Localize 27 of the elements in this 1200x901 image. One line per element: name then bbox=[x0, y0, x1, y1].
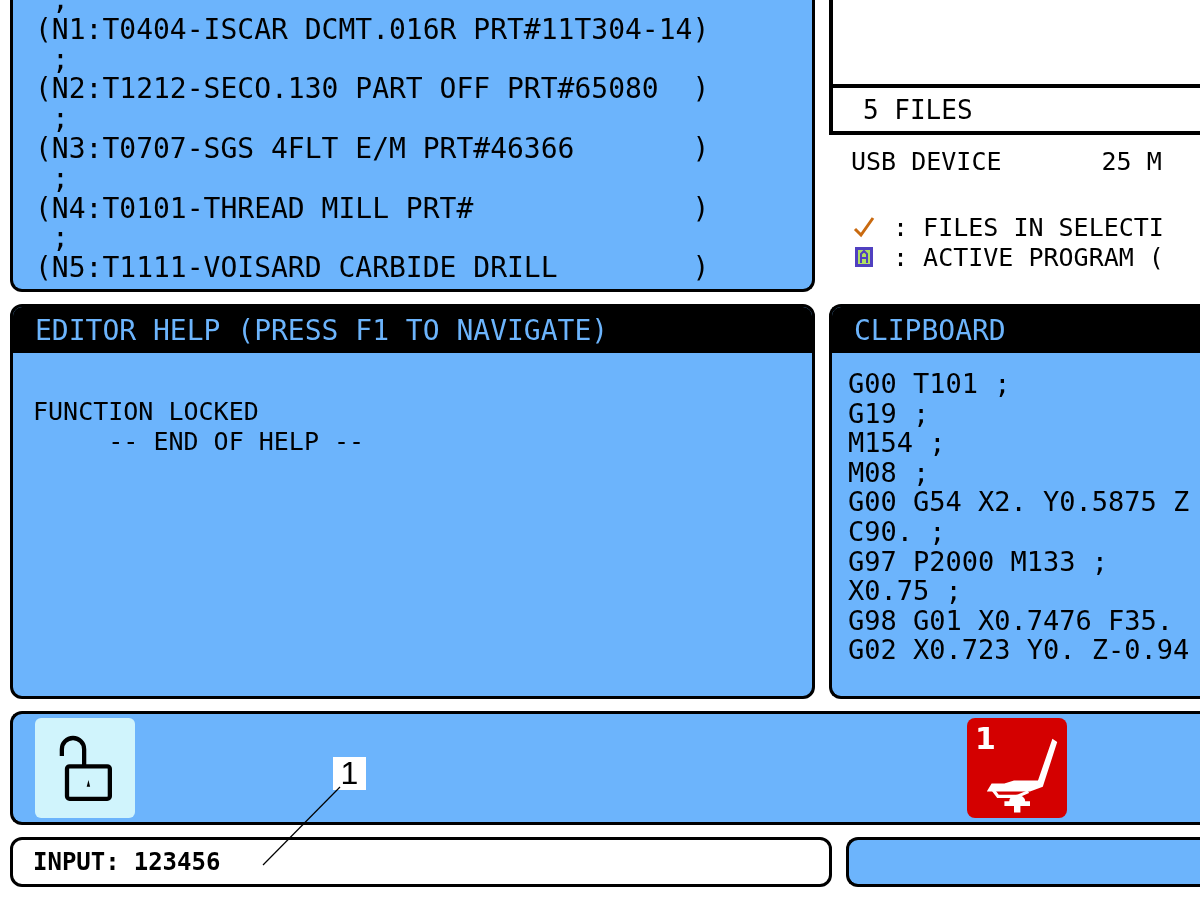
clipboard-line: X0.75 ; bbox=[848, 576, 963, 606]
clipboard-line: G97 P2000 M133 ; bbox=[848, 546, 1110, 577]
clipboard-line: G00 G54 X2. Y0.5875 Z bbox=[848, 487, 1191, 517]
clipboard-line: G02 X0.723 Y0. Z-0.94 bbox=[848, 635, 1191, 665]
input-label: INPUT: bbox=[33, 848, 120, 876]
legend-text: : FILES IN SELECTI bbox=[893, 212, 1164, 242]
clipboard-line: G98 G01 X0.7476 F35. bbox=[848, 605, 1175, 636]
checkmark-icon bbox=[853, 216, 875, 238]
clipboard-line: M154 ; bbox=[848, 428, 947, 458]
clipboard-line: C90. ; bbox=[848, 516, 947, 547]
help-text: -- END OF HELP -- bbox=[107, 427, 366, 457]
active-program-icon bbox=[853, 246, 875, 268]
device-label: USB DEVICE bbox=[851, 147, 1002, 176]
panel-title: CLIPBOARD bbox=[854, 313, 1006, 347]
input-value: 123456 bbox=[133, 848, 221, 876]
clipboard-line: G19 ; bbox=[848, 398, 931, 429]
single-block-button[interactable]: 1 bbox=[967, 718, 1067, 818]
legend-text: : ACTIVE PROGRAM ( bbox=[893, 242, 1164, 272]
input-field[interactable]: INPUT: 123456 bbox=[10, 837, 832, 887]
clipboard-line: G00 T101 ; bbox=[848, 369, 1012, 399]
help-text: FUNCTION LOCKED bbox=[33, 397, 260, 427]
file-count: 5 FILES bbox=[863, 94, 973, 125]
panel-title: EDITOR HELP (PRESS F1 TO NAVIGATE) bbox=[35, 313, 609, 347]
clipboard-line: M08 ; bbox=[848, 457, 931, 488]
lock-button[interactable] bbox=[35, 718, 135, 818]
callout-label: 1 bbox=[333, 757, 366, 790]
device-size: 25 M bbox=[1101, 147, 1162, 176]
